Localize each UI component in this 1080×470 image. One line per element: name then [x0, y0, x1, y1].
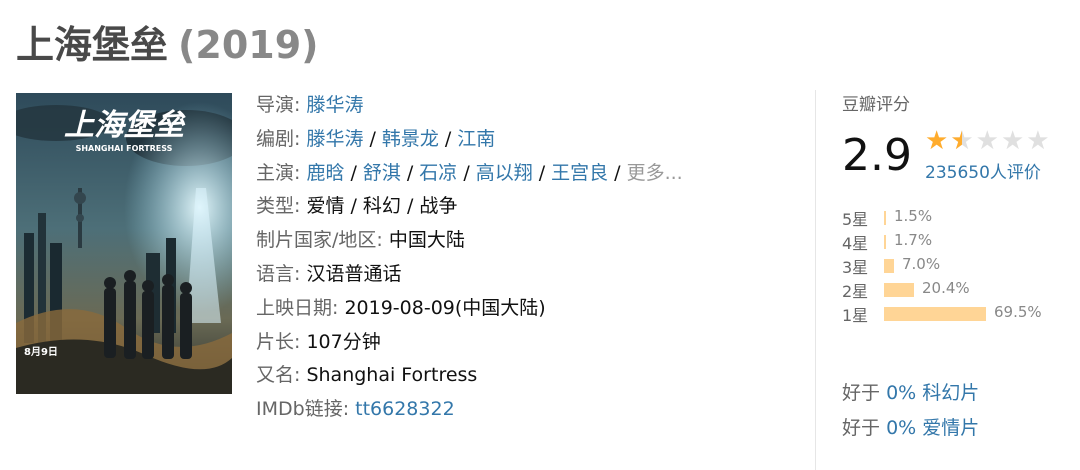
distribution-bar: [884, 283, 914, 297]
distribution-label: 5星: [842, 210, 869, 229]
imdb-row: IMDb链接: tt6628322: [256, 393, 816, 427]
distribution-row: 2星 20.4%: [842, 277, 1077, 301]
genre-row: 类型: 爱情 / 科幻 / 战争: [256, 190, 816, 224]
poster-title-art: 上海堡垒: [64, 108, 186, 143]
poster-subtitle-art: SHANGHAI FORTRESS: [76, 144, 173, 153]
genre-value: 爱情 / 科幻 / 战争: [306, 195, 458, 218]
cast-link[interactable]: 高以翔: [476, 162, 533, 184]
star-icon: ★: [925, 126, 949, 156]
language-row: 语言: 汉语普通话: [256, 258, 816, 292]
distribution-label: 4星: [842, 234, 869, 253]
release-row: 上映日期: 2019-08-09(中国大陆): [256, 292, 816, 326]
rating-distribution: 5星 1.5% 4星 1.7% 3星 7.0% 2星 20.4% 1星 69.5%: [842, 205, 1077, 325]
imdb-label: IMDb链接:: [256, 398, 350, 421]
distribution-percent: 7.0%: [902, 255, 941, 273]
language-label: 语言:: [256, 262, 301, 285]
poster-date-art: 8月9日: [24, 346, 58, 358]
cast-row: 主演: 鹿晗 / 舒淇 / 石凉 / 高以翔 / 王宫良 / 更多...: [256, 161, 683, 184]
release-label: 上映日期:: [256, 296, 339, 319]
writer-label: 编剧:: [256, 127, 301, 150]
imdb-link[interactable]: tt6628322: [355, 398, 455, 420]
movie-poster[interactable]: 上海堡垒 SHANGHAI FORTRESS 8月9日: [16, 93, 232, 394]
distribution-row: 1星 69.5%: [842, 301, 1077, 325]
rating-stars: ★ ★ ★ ★ ★: [925, 128, 1050, 154]
better-than-row: 好于 0% 爱情片: [842, 413, 979, 440]
divider: [815, 90, 816, 470]
cast-more-link[interactable]: 更多...: [627, 162, 683, 184]
runtime-label: 片长:: [256, 330, 301, 353]
cast-link[interactable]: 石凉: [419, 162, 457, 184]
aka-label: 又名:: [256, 364, 301, 387]
country-row: 制片国家/地区: 中国大陆: [256, 224, 816, 258]
distribution-bar: [884, 259, 894, 273]
rating-panel: 豆瓣评分 2.9 ★★★★★ 235650人评价 5星1.5%4星1.7%3星7…: [842, 90, 1077, 325]
better-than-link[interactable]: 0% 爱情片: [886, 417, 979, 439]
writer-row: 编剧: 滕华涛 / 韩景龙 / 江南: [256, 127, 496, 150]
writer-link[interactable]: 滕华涛: [306, 128, 363, 150]
aka-row: 又名: Shanghai Fortress: [256, 359, 816, 393]
director-link[interactable]: 滕华涛: [306, 94, 363, 116]
country-label: 制片国家/地区:: [256, 229, 383, 252]
cast-link[interactable]: 舒淇: [363, 162, 401, 184]
distribution-label: 2星: [842, 282, 869, 301]
movie-year: (2019): [178, 23, 319, 67]
better-than-row: 好于 0% 科幻片: [842, 378, 979, 405]
poster-art: 上海堡垒 SHANGHAI FORTRESS 8月9日: [16, 93, 232, 394]
star-icon: ★: [975, 126, 999, 156]
rating-score: 2.9: [842, 130, 912, 181]
country-value: 中国大陆: [388, 229, 465, 252]
runtime-row: 片长: 107分钟: [256, 326, 816, 360]
runtime-value: 107分钟: [306, 330, 381, 353]
distribution-label: 1星: [842, 306, 869, 325]
distribution-bar: [884, 235, 886, 249]
director-label: 导演:: [256, 94, 301, 116]
star-icon: ★: [950, 128, 973, 154]
aka-value: Shanghai Fortress: [306, 364, 478, 387]
better-than-prefix: 好于: [842, 417, 881, 439]
genre-label: 类型:: [256, 195, 301, 218]
distribution-percent: 1.5%: [894, 207, 933, 225]
movie-info: 导演: 滕华涛 编剧: 滕华涛 / 韩景龙 / 江南 主演: 鹿晗 / 舒淇 / 石凉 / 高以翔 /…: [256, 89, 816, 427]
writer-link[interactable]: 韩景龙: [382, 128, 439, 150]
distribution-row: 3星 7.0%: [842, 253, 1077, 277]
rating-votes-link[interactable]: 235650人评价: [925, 158, 1041, 183]
language-value: 汉语普通话: [306, 262, 402, 285]
star-icon: ★: [1000, 126, 1025, 156]
distribution-row: 5星 1.5%: [842, 205, 1077, 229]
star-icon: ★: [1026, 126, 1050, 156]
better-than-prefix: 好于: [842, 382, 881, 404]
movie-title: 上海堡垒: [16, 23, 169, 67]
distribution-percent: 20.4%: [922, 279, 970, 297]
cast-link[interactable]: 鹿晗: [306, 162, 344, 184]
distribution-percent: 69.5%: [994, 303, 1042, 321]
page-title: 上海堡垒 (2019): [16, 14, 319, 69]
distribution-row: 4星 1.7%: [842, 229, 1077, 253]
cast-link[interactable]: 王宫良: [551, 162, 608, 184]
distribution-bar: [884, 307, 986, 321]
better-than-link[interactable]: 0% 科幻片: [886, 382, 979, 404]
cast-label: 主演:: [256, 161, 301, 184]
director-row: 导演: 滕华涛: [256, 89, 816, 123]
distribution-bar: [884, 211, 886, 225]
distribution-label: 3星: [842, 258, 869, 277]
release-value: 2019-08-09(中国大陆): [344, 296, 546, 319]
rating-label: 豆瓣评分: [842, 95, 910, 115]
distribution-percent: 1.7%: [894, 231, 933, 249]
writer-link[interactable]: 江南: [457, 128, 495, 150]
